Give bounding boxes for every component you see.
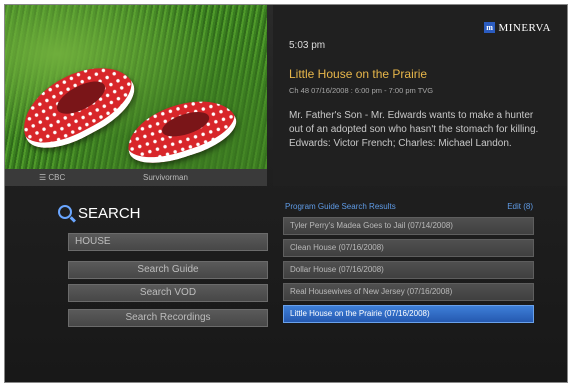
search-icon [58,205,72,219]
search-guide-button[interactable]: Search Guide [68,261,268,279]
result-item[interactable]: Real Housewives of New Jersey (07/16/200… [283,283,534,301]
preview-caption: ☰ CBC Survivorman [5,169,267,186]
search-input[interactable]: HOUSE [68,233,268,251]
preview-channel: ☰ CBC [39,173,66,182]
tv-guide-screen: ☰ CBC Survivorman m MINERVA 5:03 pm Littl… [4,4,568,383]
brand-name: MINERVA [498,22,551,34]
live-preview-video[interactable] [5,5,267,169]
result-item[interactable]: Tyler Perry's Madea Goes to Jail (07/14/… [283,217,534,235]
edit-results-link[interactable]: Edit (8) [507,202,533,211]
result-item-selected[interactable]: Little House on the Prairie (07/16/2008) [283,305,534,323]
red-shoe-image [119,88,243,169]
search-heading: SEARCH [58,205,141,222]
results-heading: Program Guide Search Results [285,202,396,211]
brand-logo: m MINERVA [484,22,551,34]
red-shoe-image [9,50,145,162]
search-heading-label: SEARCH [78,205,141,222]
clock: 5:03 pm [289,40,326,51]
program-description: Mr. Father's Son - Mr. Edwards wants to … [289,110,539,149]
program-info-panel: m MINERVA 5:03 pm Little House on the Pra… [273,5,567,186]
brand-logo-icon: m [484,22,496,33]
search-recordings-button[interactable]: Search Recordings [68,309,268,327]
preview-show: Survivorman [143,173,188,182]
program-meta: Ch 48 07/16/2008 : 6:00 pm - 7:00 pm TVG [289,86,434,95]
results-header: Program Guide Search Results Edit (8) [285,202,533,211]
search-vod-button[interactable]: Search VOD [68,284,268,302]
program-title: Little House on the Prairie [289,67,428,81]
result-item[interactable]: Clean House (07/16/2008) [283,239,534,257]
result-item[interactable]: Dollar House (07/16/2008) [283,261,534,279]
